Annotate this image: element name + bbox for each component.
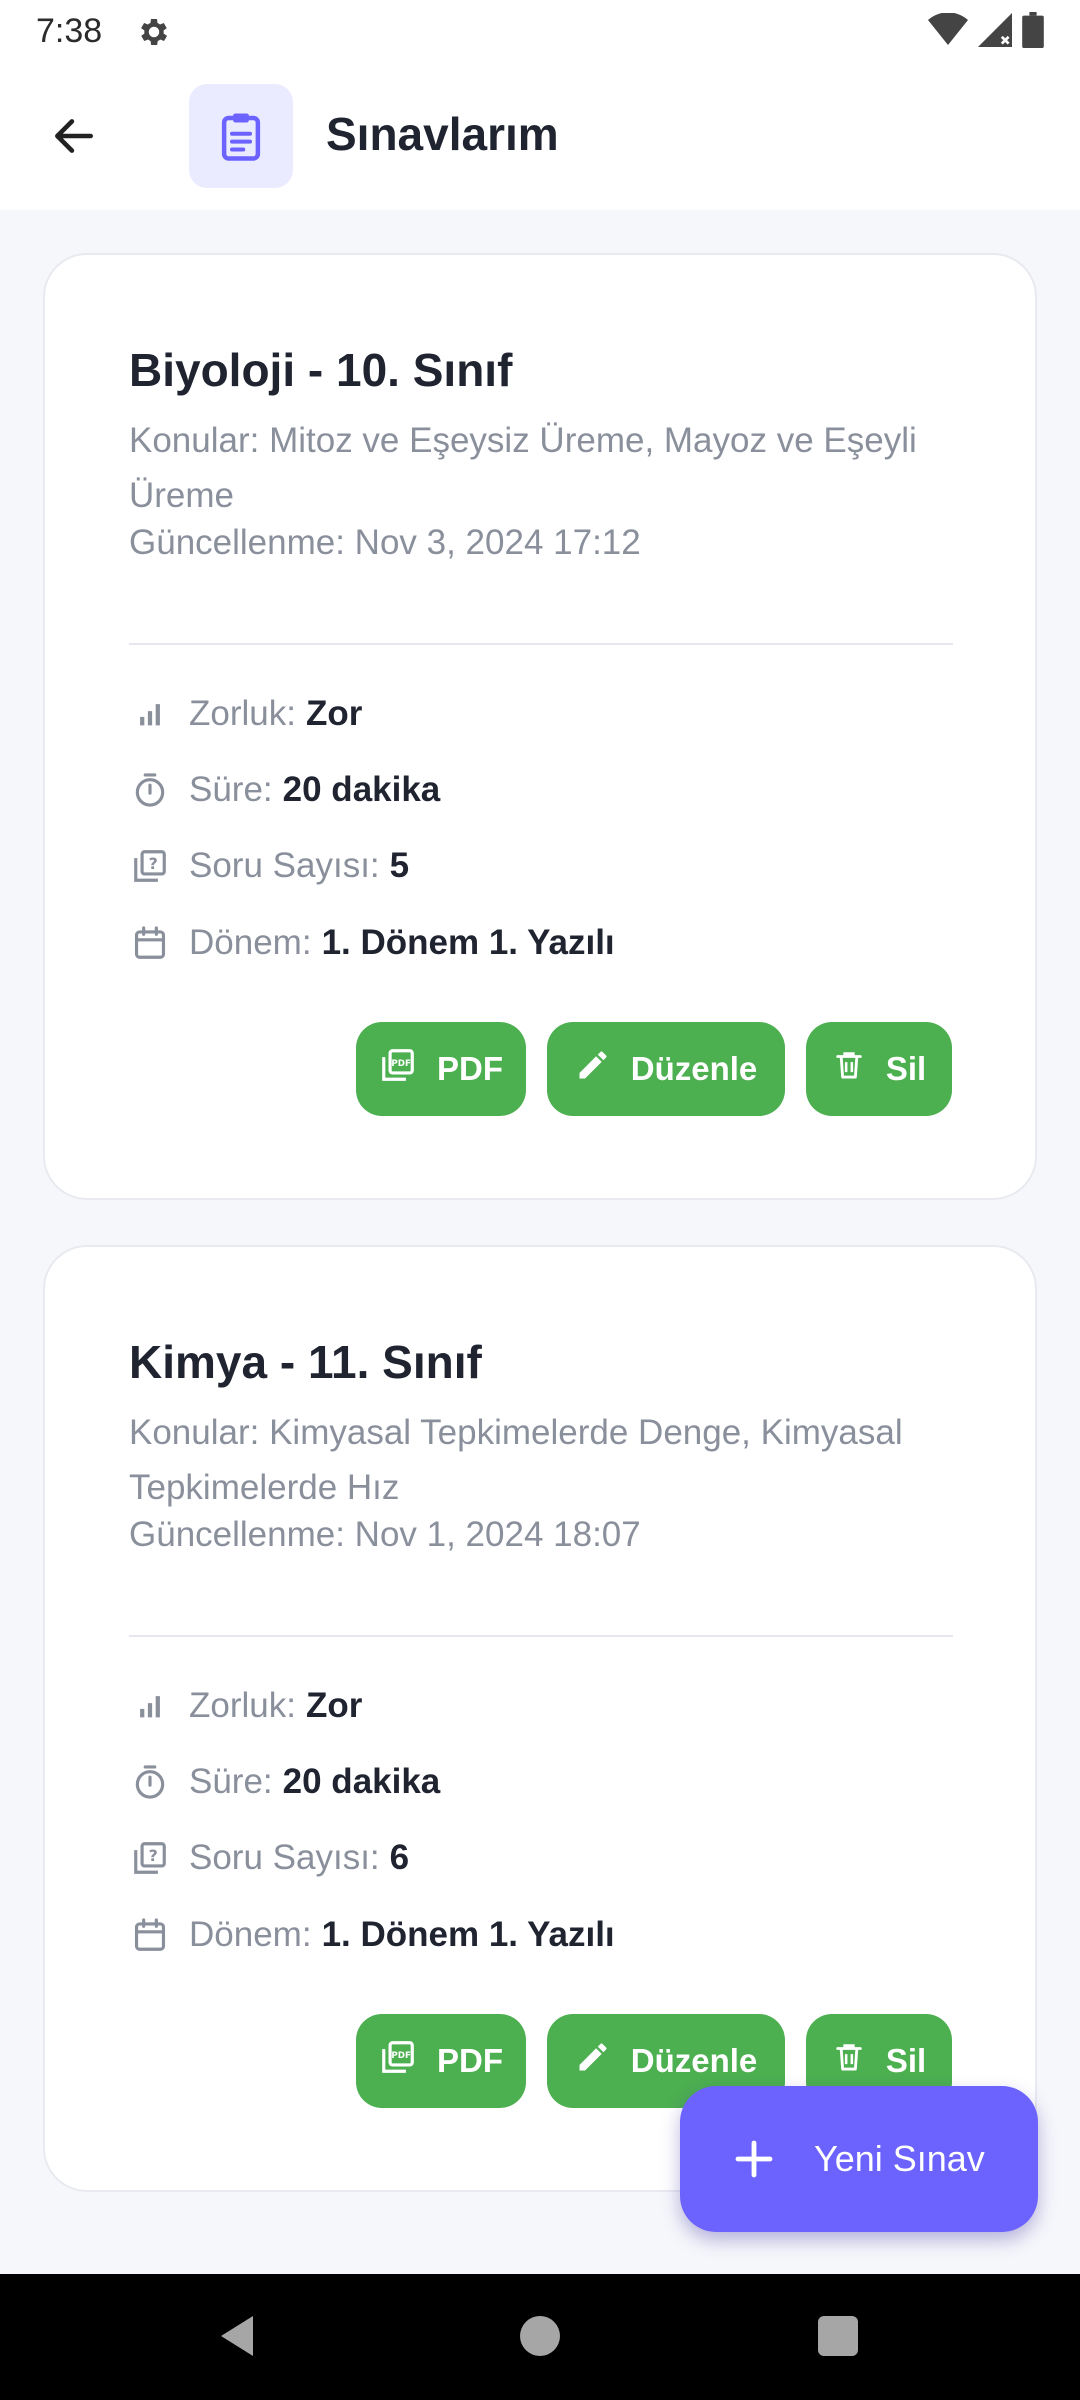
question-count-row: ? Soru Sayısı: 5 (129, 845, 409, 887)
question-library-icon: ? (129, 1837, 171, 1879)
bar-chart-icon (129, 693, 171, 735)
back-arrow-icon[interactable] (40, 102, 108, 170)
nav-home-icon[interactable] (520, 2316, 560, 2356)
exam-card[interactable]: Kimya - 11. Sınıf Konular: Kimyasal Tepk… (43, 1245, 1037, 2192)
term-row: Dönem: 1. Dönem 1. Yazılı (129, 1914, 615, 1956)
nav-back-icon[interactable] (216, 2314, 258, 2363)
delete-button[interactable]: Sil (806, 1022, 952, 1116)
svg-text:?: ? (149, 1846, 158, 1865)
divider (129, 643, 953, 645)
exam-title: Biyoloji - 10. Sınıf (129, 344, 513, 396)
nav-recents-icon[interactable] (818, 2316, 858, 2356)
trash-icon (832, 1048, 866, 1090)
timer-icon (129, 769, 171, 811)
difficulty-value: Zor (305, 1686, 363, 1725)
status-bar: 7:38 (0, 0, 1080, 62)
signal-icon (978, 13, 1012, 52)
new-exam-label: Yeni Sınav (814, 2138, 985, 2179)
pdf-button-label: PDF (437, 2042, 503, 2079)
pencil-icon (575, 1047, 611, 1091)
question-count-row: ? Soru Sayısı: 6 (129, 1837, 409, 1879)
difficulty-row: Zorluk: Zor (129, 693, 362, 735)
question-count-label: Soru Sayısı: (189, 1838, 380, 1877)
clipboard-icon (189, 84, 293, 188)
term-value: 1. Dönem 1. Yazılı (321, 1915, 615, 1954)
divider (129, 1635, 953, 1637)
question-count-value: 5 (389, 846, 410, 885)
status-time: 7:38 (36, 12, 103, 50)
term-row: Dönem: 1. Dönem 1. Yazılı (129, 922, 615, 964)
timer-icon (129, 1761, 171, 1803)
question-library-icon: ? (129, 845, 171, 887)
duration-label: Süre: (189, 1762, 273, 1801)
term-value: 1. Dönem 1. Yazılı (321, 923, 615, 962)
exam-updated: Güncellenme: Nov 1, 2024 18:07 (129, 1515, 641, 1554)
system-nav-bar (0, 2274, 1080, 2400)
pdf-button[interactable]: PDF PDF (356, 2014, 526, 2108)
term-label: Dönem: (189, 1915, 312, 1954)
calendar-icon (129, 1914, 171, 1956)
app-bar: Sınavlarım (0, 62, 1080, 210)
pdf-icon: PDF (379, 2038, 417, 2084)
svg-text:PDF: PDF (391, 2051, 411, 2061)
question-count-label: Soru Sayısı: (189, 846, 380, 885)
wifi-icon (928, 12, 968, 52)
bar-chart-icon (129, 1685, 171, 1727)
term-label: Dönem: (189, 923, 312, 962)
duration-row: Süre: 20 dakika (129, 769, 440, 811)
duration-row: Süre: 20 dakika (129, 1761, 440, 1803)
edit-button-label: Düzenle (630, 1050, 758, 1087)
svg-text:?: ? (149, 854, 158, 873)
plus-icon (730, 2135, 778, 2183)
difficulty-value: Zor (305, 694, 363, 733)
pdf-icon: PDF (379, 1046, 417, 1092)
calendar-icon (129, 922, 171, 964)
difficulty-label: Zorluk: (189, 1686, 296, 1725)
exam-title: Kimya - 11. Sınıf (129, 1336, 482, 1388)
difficulty-label: Zorluk: (189, 694, 296, 733)
edit-button[interactable]: Düzenle (547, 1022, 785, 1116)
duration-value: 20 dakika (282, 1762, 441, 1801)
page-title: Sınavlarım (326, 108, 559, 160)
new-exam-fab[interactable]: Yeni Sınav (680, 2086, 1038, 2232)
duration-label: Süre: (189, 770, 273, 809)
edit-button-label: Düzenle (630, 2042, 758, 2079)
exam-topics: Konular: Kimyasal Tepkimelerde Denge, Ki… (129, 1413, 903, 1507)
exam-card[interactable]: Biyoloji - 10. Sınıf Konular: Mitoz ve E… (43, 253, 1037, 1200)
trash-icon (832, 2040, 866, 2082)
question-count-value: 6 (389, 1838, 410, 1877)
delete-button-label: Sil (885, 1050, 927, 1087)
difficulty-row: Zorluk: Zor (129, 1685, 362, 1727)
pdf-button-label: PDF (437, 1050, 503, 1087)
svg-text:PDF: PDF (391, 1059, 411, 1069)
delete-button-label: Sil (885, 2042, 927, 2079)
battery-icon (1022, 12, 1044, 53)
pencil-icon (575, 2039, 611, 2083)
duration-value: 20 dakika (282, 770, 441, 809)
exam-updated: Güncellenme: Nov 3, 2024 17:12 (129, 523, 641, 562)
pdf-button[interactable]: PDF PDF (356, 1022, 526, 1116)
exam-topics: Konular: Mitoz ve Eşeysiz Üreme, Mayoz v… (129, 421, 917, 515)
gear-icon (136, 14, 172, 50)
